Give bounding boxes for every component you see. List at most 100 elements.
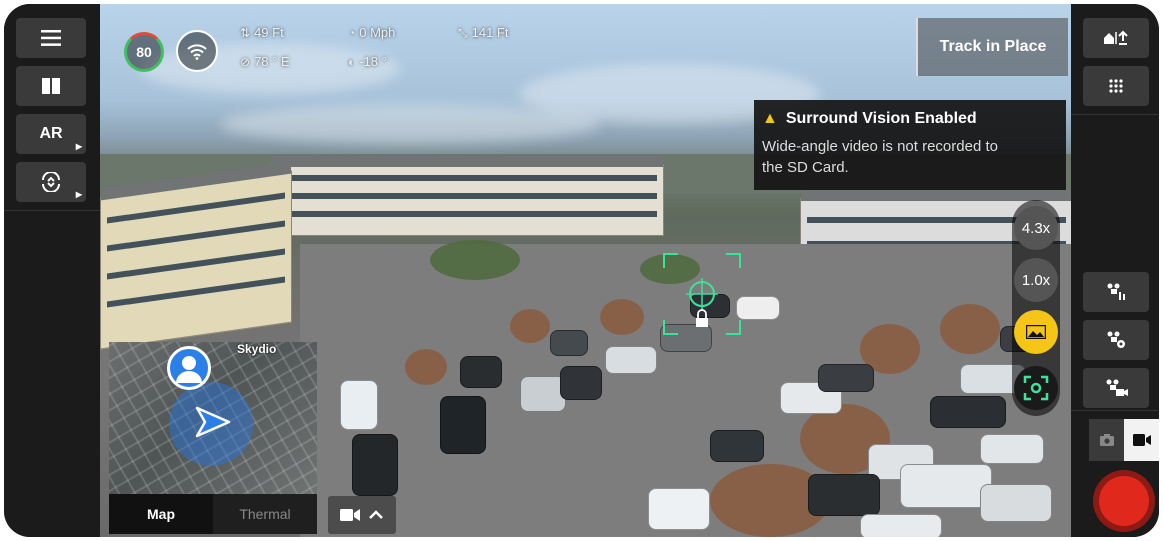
- gimbal-pitch-value: -18 °: [359, 54, 387, 69]
- car: [560, 366, 602, 400]
- grid-dots-icon: [1109, 79, 1123, 93]
- car: [980, 484, 1052, 522]
- signal-indicator[interactable]: [176, 30, 218, 72]
- wide-angle-button[interactable]: [1014, 310, 1058, 354]
- heading-readout: ⊘ 78 ° E: [240, 54, 290, 69]
- tab-map[interactable]: Map: [109, 494, 213, 534]
- focus-target-button[interactable]: [1014, 366, 1058, 410]
- camera-pitch-icon: ◐: [348, 55, 356, 69]
- focus-target-icon: [1023, 375, 1049, 401]
- zoom-1-0x-button[interactable]: 1.0x: [1014, 258, 1058, 302]
- map-tab-bar: Map Thermal: [109, 494, 317, 534]
- wifi-icon: [187, 44, 207, 60]
- gimbal-pitch-readout: ◐ -18 °: [348, 54, 387, 69]
- speedometer-icon: ◔: [348, 26, 356, 40]
- battery-percent: 80: [136, 44, 152, 60]
- track-in-place-label: Track in Place: [939, 38, 1047, 55]
- drone-settings-button[interactable]: [1083, 320, 1149, 360]
- altitude-value: 49 Ft: [254, 25, 284, 40]
- distance-value: 141 Ft: [471, 25, 509, 40]
- car: [710, 430, 764, 462]
- grid-menu-button[interactable]: [1083, 66, 1149, 106]
- car: [860, 514, 942, 537]
- photo-mode-button[interactable]: [1089, 419, 1124, 461]
- home-return-button[interactable]: [1083, 18, 1149, 58]
- split-view-icon: [42, 78, 60, 94]
- home-upload-icon: [1104, 30, 1128, 45]
- expand-caret-icon: ▶: [75, 142, 82, 151]
- menu-button[interactable]: [16, 18, 86, 58]
- left-building: [100, 161, 292, 350]
- car: [980, 434, 1044, 464]
- expand-caret-icon: ▶: [75, 190, 82, 199]
- divider: [1071, 410, 1159, 411]
- zoom-level-label: 4.3x: [1021, 219, 1051, 237]
- ar-label: AR: [39, 125, 63, 142]
- pilot-location-marker: [167, 346, 211, 390]
- tab-map-label: Map: [147, 506, 175, 522]
- gimbal-button[interactable]: ▶: [16, 162, 86, 202]
- toast-body: Wide-angle video is not recorded to the …: [762, 136, 1058, 178]
- tree: [405, 349, 447, 385]
- drone-flight-screen: AR ▶ ▶ 80 ⇅ 49 Ft ⊘ 78 ° E ◔ 0 Mph ◐ -18…: [4, 4, 1159, 537]
- video-camera-icon: [340, 509, 360, 521]
- speed-readout: ◔ 0 Mph: [348, 25, 395, 40]
- track-in-place-button[interactable]: Track in Place: [916, 18, 1068, 76]
- tracking-reticle[interactable]: [662, 252, 742, 336]
- battery-indicator: 80: [124, 32, 164, 72]
- car: [808, 474, 880, 516]
- drone-scan-button[interactable]: [1083, 272, 1149, 312]
- tree: [600, 299, 644, 335]
- compass-icon: ⊘: [240, 55, 251, 69]
- drone-settings-icon: [1107, 331, 1125, 348]
- car: [900, 464, 992, 508]
- car: [340, 380, 378, 430]
- toast-title-row: ▲ Surround Vision Enabled: [762, 110, 1058, 128]
- hamburger-icon: [41, 30, 61, 46]
- ar-button[interactable]: AR ▶: [16, 114, 86, 154]
- speed-value: 0 Mph: [359, 25, 396, 40]
- tree: [940, 304, 1000, 354]
- person-icon: [176, 356, 202, 383]
- divider: [1071, 114, 1159, 115]
- car: [550, 330, 588, 356]
- surround-vision-toast: ▲ Surround Vision Enabled Wide-angle vid…: [754, 100, 1066, 190]
- zoom-level-label: 1.0x: [1021, 271, 1051, 289]
- cloud: [220, 104, 600, 144]
- car: [460, 356, 502, 388]
- zoom-4-3x-button[interactable]: 4.3x: [1014, 206, 1058, 250]
- tab-thermal-label: Thermal: [239, 506, 291, 522]
- chevron-up-icon: [369, 510, 383, 519]
- altitude-readout: ⇅ 49 Ft: [240, 25, 284, 40]
- left-toolbar: AR ▶ ▶: [4, 4, 100, 537]
- car: [736, 296, 780, 320]
- video-mode-button[interactable]: [1124, 419, 1159, 461]
- record-button[interactable]: [1093, 470, 1155, 532]
- distance-person-icon: ⤡: [458, 26, 468, 40]
- landscape-image-icon: [1026, 325, 1046, 339]
- heading-value: 78 ° E: [254, 54, 290, 69]
- car: [440, 396, 486, 454]
- toast-body-line: Wide-angle video is not recorded to: [762, 138, 998, 155]
- car: [648, 488, 710, 530]
- camera-drone-button[interactable]: [1083, 368, 1149, 408]
- camera-view-toggle-button[interactable]: [328, 496, 396, 534]
- camera-drone-icon: [1106, 379, 1128, 396]
- toast-title: Surround Vision Enabled: [785, 110, 977, 127]
- toast-body-line: the SD Card.: [762, 159, 849, 176]
- tab-thermal[interactable]: Thermal: [213, 494, 317, 534]
- layout-toggle-button[interactable]: [16, 66, 86, 106]
- record-indicator: [1099, 476, 1149, 526]
- drone-heading-arrow-icon: [195, 406, 231, 438]
- photo-icon: [1099, 434, 1114, 446]
- drone-scan-icon: [1107, 283, 1125, 300]
- tree: [510, 309, 550, 343]
- video-icon: [1132, 434, 1151, 446]
- car: [818, 364, 874, 392]
- tree: [430, 240, 520, 280]
- skydio-watermark: Skydio: [237, 342, 277, 356]
- capture-mode-toggle: [1089, 419, 1159, 461]
- car: [352, 434, 398, 496]
- main-building: [270, 155, 664, 236]
- car: [930, 396, 1006, 428]
